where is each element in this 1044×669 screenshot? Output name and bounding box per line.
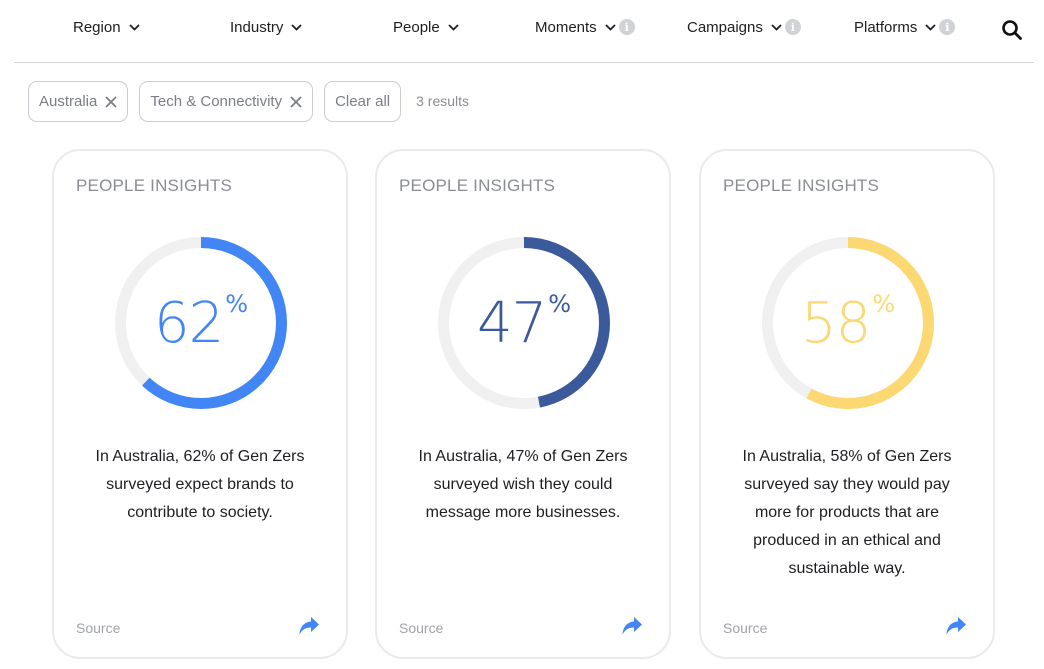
results-count: 3 results [416, 92, 470, 109]
clear-all-button[interactable]: Clear all [324, 81, 402, 122]
share-icon[interactable] [621, 616, 643, 636]
info-icon[interactable]: i [784, 19, 801, 35]
chevron-down-icon [771, 23, 782, 31]
nav-label: Platforms [854, 18, 918, 36]
percent-sign: % [548, 290, 572, 318]
percentage-number: 58 [800, 290, 871, 356]
insight-description: In Australia, 58% of Gen Zers surveyed s… [742, 448, 952, 577]
insight-card[interactable]: PEOPLE INSIGHTS 47% In Australia, 47% of… [375, 149, 671, 659]
percent-sign: % [225, 290, 249, 318]
nav-label: Campaigns [687, 18, 763, 36]
insight-description: In Australia, 47% of Gen Zers surveyed w… [418, 448, 628, 521]
share-icon[interactable] [298, 616, 320, 636]
search-icon[interactable] [1001, 19, 1023, 41]
chevron-down-icon [128, 23, 140, 31]
nav-dropdown-platforms[interactable]: Platforms i [854, 17, 956, 37]
percent-sign: % [872, 290, 896, 318]
chevron-down-icon [605, 23, 616, 31]
active-filters: Australia Tech & Connectivity Clear all … [28, 81, 469, 122]
percentage-value: 58% [757, 232, 939, 414]
nav-dropdown-moments[interactable]: Moments i [535, 17, 635, 37]
card-category-label: PEOPLE INSIGHTS [399, 176, 556, 195]
card-category-label: PEOPLE INSIGHTS [76, 176, 233, 195]
chip-label: Australia [39, 93, 98, 110]
nav-label: Region [73, 18, 121, 36]
chevron-down-icon [925, 23, 936, 31]
source-link[interactable]: Source [76, 620, 120, 636]
nav-label: People [393, 18, 440, 36]
nav-label: Industry [230, 18, 284, 36]
card-category-label: PEOPLE INSIGHTS [723, 176, 880, 195]
source-link[interactable]: Source [723, 620, 767, 636]
info-icon[interactable]: i [939, 19, 956, 35]
share-icon[interactable] [945, 616, 967, 636]
percentage-number: 47 [476, 290, 547, 356]
percentage-value: 62% [110, 232, 292, 414]
chevron-down-icon [291, 23, 302, 31]
nav-dropdown-industry[interactable]: Industry [230, 17, 303, 37]
source-link[interactable]: Source [399, 620, 443, 636]
nav-dropdown-region[interactable]: Region [73, 17, 141, 37]
info-icon[interactable]: i [618, 19, 635, 35]
filter-chip-australia[interactable]: Australia [28, 81, 129, 122]
filter-chip-tech-connectivity[interactable]: Tech & Connectivity [139, 81, 314, 122]
insight-description: In Australia, 62% of Gen Zers surveyed e… [95, 448, 305, 521]
close-icon[interactable] [105, 95, 117, 108]
insight-card[interactable]: PEOPLE INSIGHTS 58% In Australia, 58% of… [699, 149, 995, 659]
percentage-number: 62 [153, 290, 224, 356]
close-icon[interactable] [290, 95, 302, 108]
nav-dropdown-people[interactable]: People [393, 17, 460, 37]
nav-dropdown-campaigns[interactable]: Campaigns i [687, 17, 801, 37]
clear-all-label: Clear all [335, 93, 391, 110]
chevron-down-icon [448, 23, 459, 31]
nav-label: Moments [535, 18, 597, 36]
insight-card[interactable]: PEOPLE INSIGHTS 62% In Australia, 62% of… [52, 149, 348, 659]
top-nav: Region Industry People Moments i Campaig… [14, 0, 1034, 63]
chip-label: Tech & Connectivity [150, 93, 283, 110]
percentage-value: 47% [433, 232, 615, 414]
